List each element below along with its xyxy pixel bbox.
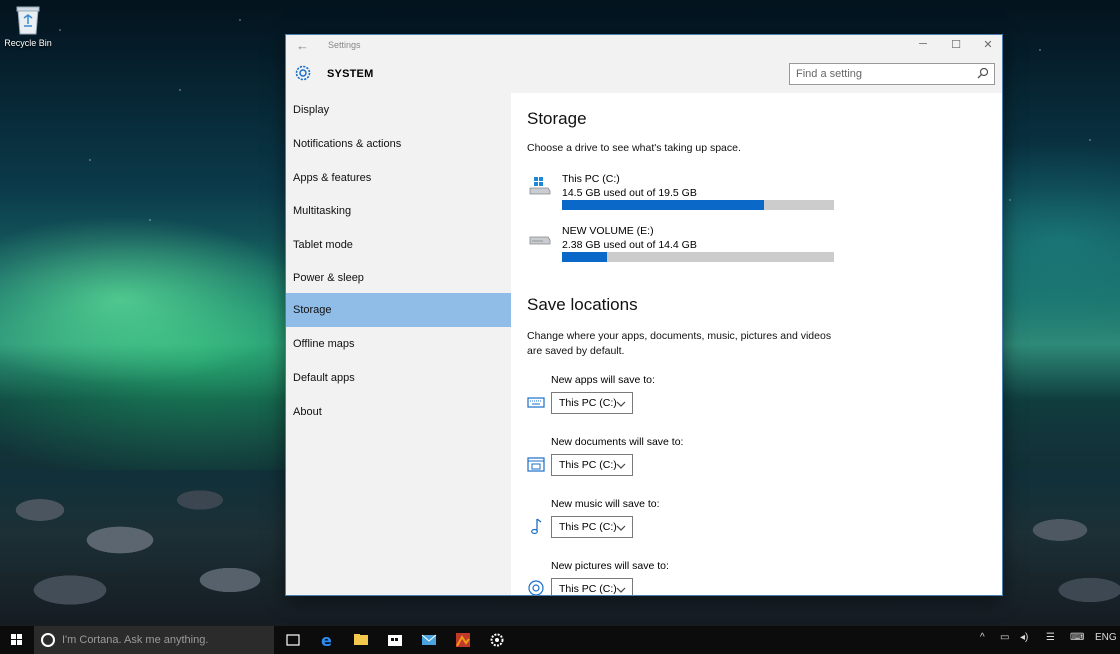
settings-gear-icon[interactable] <box>480 626 514 654</box>
close-button[interactable]: ✕ <box>981 38 995 52</box>
windows-logo-icon <box>11 634 22 645</box>
start-button[interactable] <box>0 626 34 654</box>
search-input[interactable]: Find a setting <box>789 63 995 85</box>
drive-c-name[interactable]: This PC (C:) <box>562 173 620 185</box>
music-save-value: This PC (C:) <box>559 521 617 533</box>
pictures-save-label: New pictures will save to: <box>551 560 669 572</box>
save-locations-description-line2: are saved by default. <box>527 345 625 357</box>
drive-e-usage-bar <box>562 252 834 262</box>
sidebar-item-tablet-mode[interactable]: Tablet mode <box>286 228 511 262</box>
apps-save-label: New apps will save to: <box>551 374 655 386</box>
edge-browser-icon[interactable]: e <box>310 626 344 654</box>
minimize-button[interactable]: ─ <box>916 38 930 52</box>
sidebar-item-default-apps[interactable]: Default apps <box>286 361 511 395</box>
title-bar: ← Settings ─ ☐ ✕ <box>286 35 1002 57</box>
svg-text:e: e <box>321 631 332 650</box>
gear-icon <box>293 63 313 83</box>
drive-c-usage-bar <box>562 200 834 210</box>
windows-drive-icon[interactable] <box>529 177 551 195</box>
network-icon[interactable]: ▭ <box>1000 632 1009 643</box>
camera-icon <box>527 579 545 595</box>
volume-icon[interactable]: ◂) <box>1020 632 1028 643</box>
search-icon[interactable] <box>977 67 989 79</box>
file-explorer-icon[interactable] <box>344 626 378 654</box>
cortana-search-box[interactable]: I'm Cortana. Ask me anything. <box>34 626 274 654</box>
sidebar-item-multitasking[interactable]: Multitasking <box>286 194 511 228</box>
chevron-down-icon <box>616 399 626 407</box>
documents-save-label: New documents will save to: <box>551 436 684 448</box>
drive-e-name[interactable]: NEW VOLUME (E:) <box>562 225 654 237</box>
music-save-label: New music will save to: <box>551 498 660 510</box>
drive-e-usage: 2.38 GB used out of 14.4 GB <box>562 239 697 251</box>
chevron-down-icon <box>616 585 626 593</box>
chevron-down-icon <box>616 523 626 531</box>
cortana-icon <box>41 633 55 647</box>
hard-drive-icon[interactable] <box>529 231 551 249</box>
window-title: Settings <box>328 40 361 50</box>
keyboard-tray-icon[interactable]: ⌨ <box>1070 632 1084 643</box>
pictures-save-value: This PC (C:) <box>559 583 617 595</box>
mail-icon[interactable] <box>412 626 446 654</box>
language-indicator[interactable]: ENG <box>1095 632 1117 643</box>
sidebar-item-power-sleep[interactable]: Power & sleep <box>286 261 511 295</box>
music-save-dropdown[interactable]: This PC (C:) <box>551 516 633 538</box>
drive-c-usage: 14.5 GB used out of 19.5 GB <box>562 187 697 199</box>
music-note-icon <box>527 517 545 535</box>
maximize-button[interactable]: ☐ <box>949 38 963 52</box>
drive-c-usage-fill <box>562 200 765 210</box>
save-locations-description-line1: Change where your apps, documents, music… <box>527 330 832 342</box>
drive-e-usage-fill <box>562 252 607 262</box>
documents-save-value: This PC (C:) <box>559 459 617 471</box>
main-content: Storage Choose a drive to see what's tak… <box>511 93 1002 595</box>
pictures-save-dropdown[interactable]: This PC (C:) <box>551 578 633 595</box>
section-title: SYSTEM <box>327 68 374 80</box>
storage-heading: Storage <box>527 109 587 128</box>
settings-header: SYSTEM Find a setting <box>286 57 1002 93</box>
recycle-bin-icon <box>15 4 41 36</box>
taskbar: I'm Cortana. Ask me anything. e ^ ▭ ◂) ☰… <box>0 626 1120 654</box>
apps-save-value: This PC (C:) <box>559 397 617 409</box>
chevron-down-icon <box>616 461 626 469</box>
save-locations-heading: Save locations <box>527 295 638 314</box>
apps-save-dropdown[interactable]: This PC (C:) <box>551 392 633 414</box>
back-arrow-icon[interactable]: ← <box>296 38 309 53</box>
cortana-placeholder: I'm Cortana. Ask me anything. <box>62 634 209 646</box>
recycle-bin-label: Recycle Bin <box>4 38 52 48</box>
documents-save-dropdown[interactable]: This PC (C:) <box>551 454 633 476</box>
sidebar-item-display[interactable]: Display <box>286 93 511 127</box>
search-placeholder: Find a setting <box>796 68 863 80</box>
sidebar-item-apps-features[interactable]: Apps & features <box>286 161 511 195</box>
documents-icon <box>527 455 545 473</box>
sidebar: Display Notifications & actions Apps & f… <box>286 93 511 595</box>
store-icon[interactable] <box>378 626 412 654</box>
sidebar-item-offline-maps[interactable]: Offline maps <box>286 327 511 361</box>
sidebar-item-notifications[interactable]: Notifications & actions <box>286 127 511 161</box>
sidebar-item-storage[interactable]: Storage <box>286 293 511 327</box>
settings-window: ← Settings ─ ☐ ✕ SYSTEM Find a setting D… <box>285 34 1003 596</box>
chevron-up-icon[interactable]: ^ <box>980 632 985 643</box>
storage-description: Choose a drive to see what's taking up s… <box>527 142 741 154</box>
photo-app-icon[interactable] <box>446 626 480 654</box>
keyboard-icon <box>527 393 545 411</box>
task-view-icon[interactable] <box>276 626 310 654</box>
action-center-icon[interactable]: ☰ <box>1046 632 1055 643</box>
recycle-bin-shortcut[interactable]: Recycle Bin <box>4 4 52 48</box>
sidebar-item-about[interactable]: About <box>286 395 511 429</box>
